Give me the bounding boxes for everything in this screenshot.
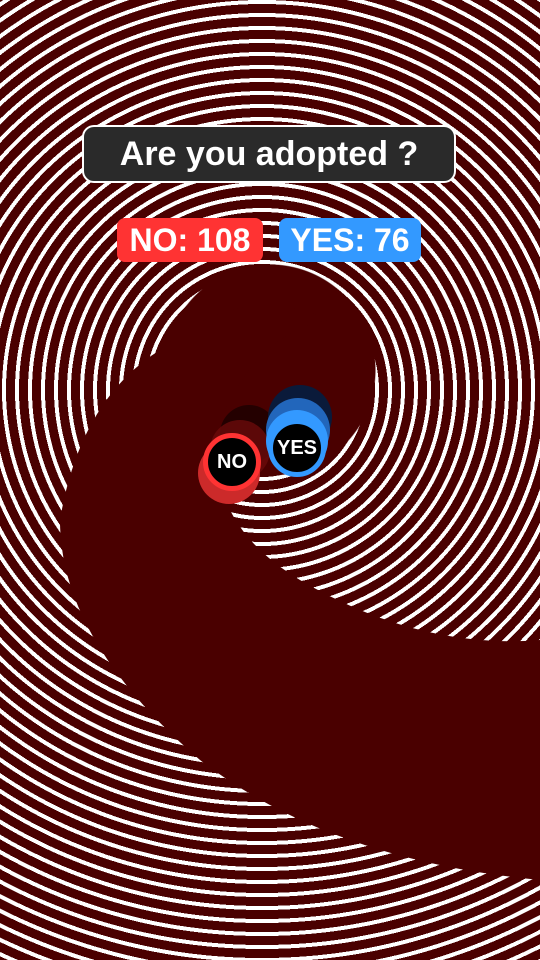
game-stage: Are you adopted ? NO: 108 YES: 76 NO YES — [0, 0, 540, 960]
yes-score-badge: YES: 76 — [279, 218, 421, 262]
yes-ball: YES — [268, 419, 326, 477]
no-score-badge: NO: 108 — [117, 218, 263, 262]
no-ball: NO — [203, 433, 261, 491]
question-banner: Are you adopted ? — [82, 125, 456, 183]
